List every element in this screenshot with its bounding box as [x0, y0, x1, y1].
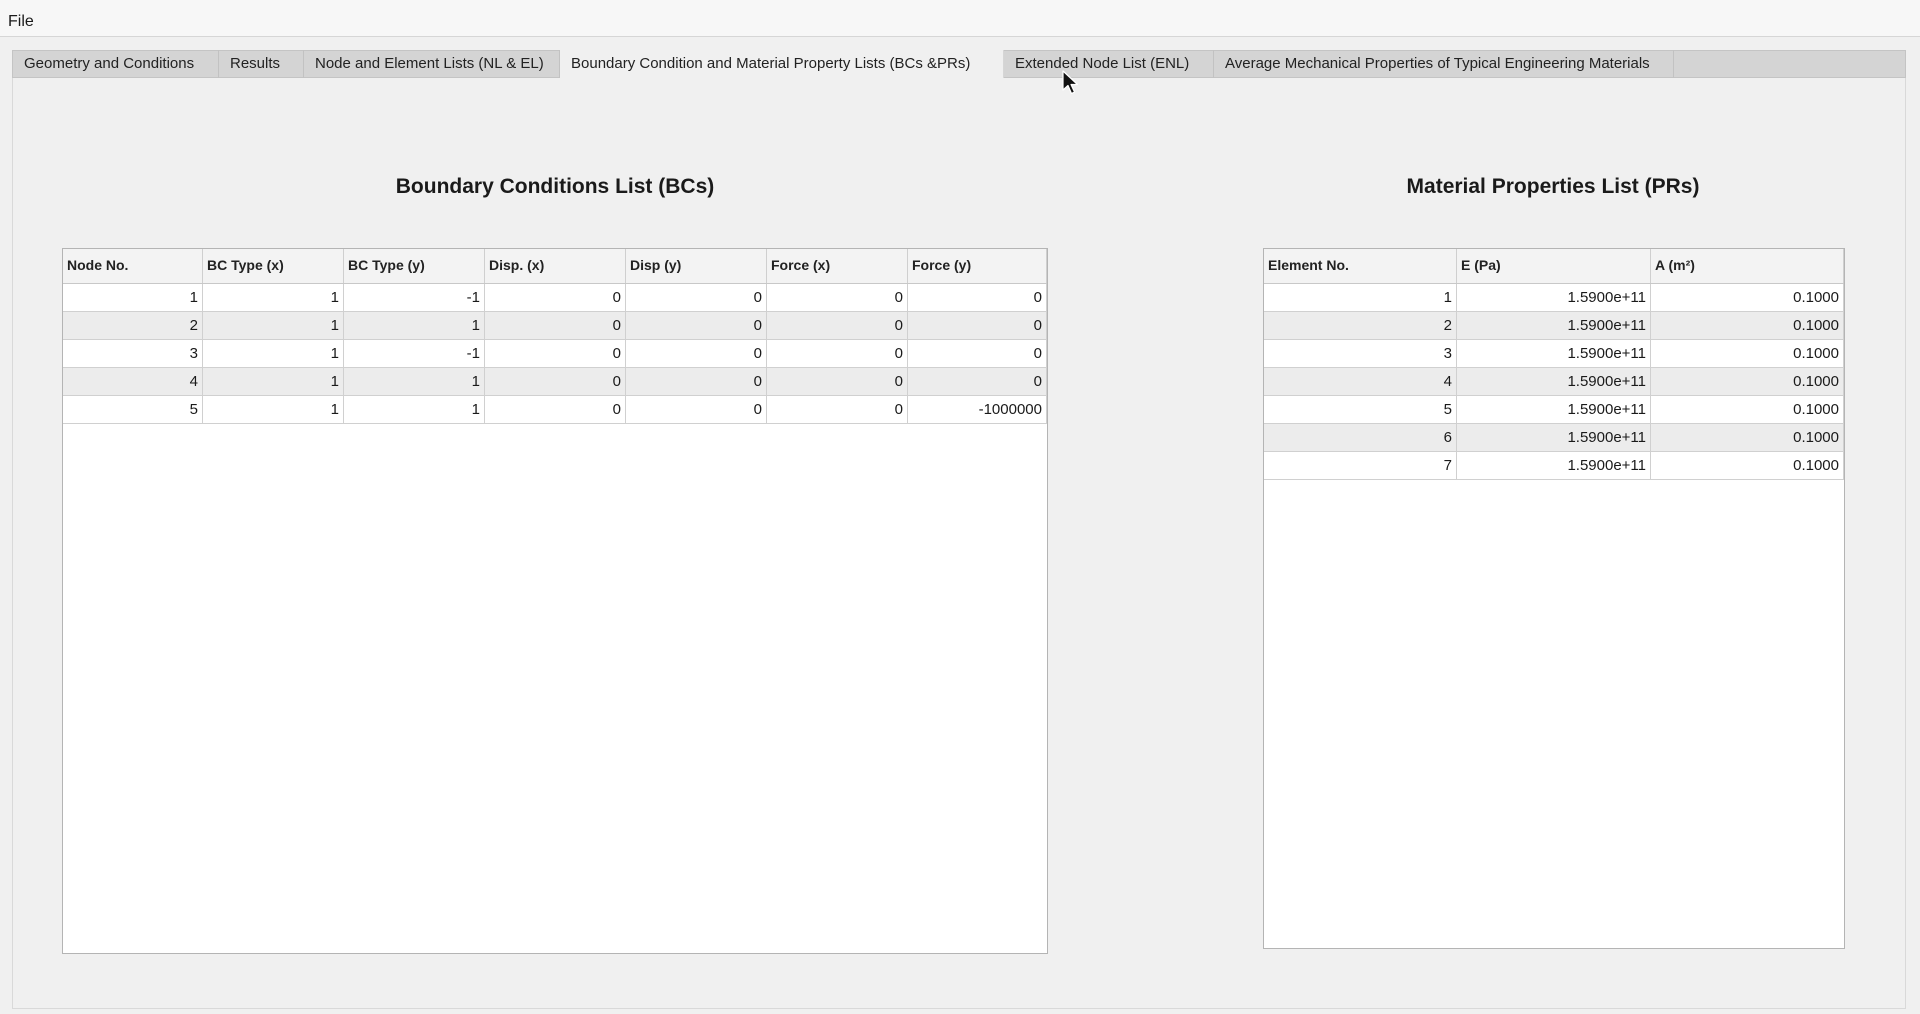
prs-cell[interactable]: 0.1000 — [1651, 452, 1844, 479]
bcs-cell[interactable]: 0 — [908, 368, 1047, 395]
bcs-cell[interactable]: 1 — [203, 396, 344, 423]
bcs-cell[interactable]: -1 — [344, 340, 485, 367]
prs-cell[interactable]: 1.5900e+11 — [1457, 312, 1651, 339]
bcs-row[interactable]: 5 1 1 0 0 0 -1000000 — [63, 396, 1047, 424]
prs-cell[interactable]: 6 — [1264, 424, 1457, 451]
bcs-cell[interactable]: 1 — [344, 396, 485, 423]
prs-row[interactable]: 6 1.5900e+11 0.1000 — [1264, 424, 1844, 452]
prs-cell[interactable]: 1.5900e+11 — [1457, 340, 1651, 367]
prs-cell[interactable]: 0.1000 — [1651, 396, 1844, 423]
bcs-cell[interactable]: 0 — [908, 340, 1047, 367]
prs-row[interactable]: 1 1.5900e+11 0.1000 — [1264, 284, 1844, 312]
bcs-cell[interactable]: 1 — [203, 340, 344, 367]
prs-col-element-no[interactable]: Element No. — [1264, 249, 1457, 283]
tab-extended-node-list[interactable]: Extended Node List (ENL) — [1004, 50, 1214, 79]
prs-cell[interactable]: 3 — [1264, 340, 1457, 367]
prs-col-area[interactable]: A (m²) — [1651, 249, 1844, 283]
tab-node-element-lists[interactable]: Node and Element Lists (NL & EL) — [304, 50, 560, 79]
bcs-cell[interactable]: 1 — [63, 284, 203, 311]
bcs-cell[interactable]: 0 — [485, 396, 626, 423]
bcs-cell[interactable]: -1000000 — [908, 396, 1047, 423]
bcs-cell[interactable]: 0 — [767, 312, 908, 339]
bcs-cell[interactable]: 0 — [626, 312, 767, 339]
prs-table[interactable]: Element No. E (Pa) A (m²) 1 1.5900e+11 0… — [1263, 248, 1845, 949]
menu-bar: File — [0, 0, 1920, 37]
prs-row[interactable]: 3 1.5900e+11 0.1000 — [1264, 340, 1844, 368]
bcs-table[interactable]: Node No. BC Type (x) BC Type (y) Disp. (… — [62, 248, 1048, 954]
prs-cell[interactable]: 1.5900e+11 — [1457, 452, 1651, 479]
bcs-cell[interactable]: 5 — [63, 396, 203, 423]
bcs-cell[interactable]: 0 — [908, 284, 1047, 311]
prs-cell[interactable]: 7 — [1264, 452, 1457, 479]
prs-row[interactable]: 2 1.5900e+11 0.1000 — [1264, 312, 1844, 340]
bcs-table-header: Node No. BC Type (x) BC Type (y) Disp. (… — [63, 249, 1047, 284]
prs-cell[interactable]: 1.5900e+11 — [1457, 396, 1651, 423]
bcs-cell[interactable]: 1 — [203, 284, 344, 311]
bcs-cell[interactable]: 0 — [767, 368, 908, 395]
bcs-title: Boundary Conditions List (BCs) — [395, 175, 715, 198]
bcs-cell[interactable]: -1 — [344, 284, 485, 311]
bcs-cell[interactable]: 0 — [485, 312, 626, 339]
prs-row[interactable]: 4 1.5900e+11 0.1000 — [1264, 368, 1844, 396]
bcs-cell[interactable]: 0 — [767, 284, 908, 311]
bcs-cell[interactable]: 0 — [626, 340, 767, 367]
tab-bar: Geometry and Conditions Results Node and… — [12, 50, 1906, 79]
bcs-cell[interactable]: 1 — [344, 312, 485, 339]
bcs-cell[interactable]: 0 — [485, 368, 626, 395]
prs-col-e-pa[interactable]: E (Pa) — [1457, 249, 1651, 283]
prs-table-header: Element No. E (Pa) A (m²) — [1264, 249, 1844, 284]
bcs-row[interactable]: 2 1 1 0 0 0 0 — [63, 312, 1047, 340]
prs-cell[interactable]: 1 — [1264, 284, 1457, 311]
bcs-col-bc-type-x[interactable]: BC Type (x) — [203, 249, 344, 283]
bcs-col-bc-type-y[interactable]: BC Type (y) — [344, 249, 485, 283]
bcs-cell[interactable]: 1 — [344, 368, 485, 395]
tab-average-mechanical-properties[interactable]: Average Mechanical Properties of Typical… — [1214, 50, 1674, 79]
bcs-cell[interactable]: 0 — [767, 396, 908, 423]
tab-results[interactable]: Results — [219, 50, 304, 79]
bcs-col-force-y[interactable]: Force (y) — [908, 249, 1047, 283]
prs-cell[interactable]: 1.5900e+11 — [1457, 368, 1651, 395]
prs-cell[interactable]: 4 — [1264, 368, 1457, 395]
bcs-row[interactable]: 1 1 -1 0 0 0 0 — [63, 284, 1047, 312]
prs-row[interactable]: 5 1.5900e+11 0.1000 — [1264, 396, 1844, 424]
bcs-cell[interactable]: 0 — [626, 368, 767, 395]
prs-cell[interactable]: 0.1000 — [1651, 424, 1844, 451]
prs-row[interactable]: 7 1.5900e+11 0.1000 — [1264, 452, 1844, 480]
prs-cell[interactable]: 1.5900e+11 — [1457, 284, 1651, 311]
bcs-cell[interactable]: 0 — [626, 284, 767, 311]
prs-cell[interactable]: 2 — [1264, 312, 1457, 339]
bcs-cell[interactable]: 0 — [485, 284, 626, 311]
bcs-cell[interactable]: 1 — [203, 368, 344, 395]
prs-cell[interactable]: 5 — [1264, 396, 1457, 423]
prs-title: Material Properties List (PRs) — [1406, 175, 1700, 198]
bcs-cell[interactable]: 4 — [63, 368, 203, 395]
bcs-col-node-no[interactable]: Node No. — [63, 249, 203, 283]
bcs-cell[interactable]: 0 — [767, 340, 908, 367]
bcs-row[interactable]: 3 1 -1 0 0 0 0 — [63, 340, 1047, 368]
prs-cell[interactable]: 1.5900e+11 — [1457, 424, 1651, 451]
bcs-row[interactable]: 4 1 1 0 0 0 0 — [63, 368, 1047, 396]
bcs-cell[interactable]: 0 — [908, 312, 1047, 339]
bcs-col-disp-y[interactable]: Disp (y) — [626, 249, 767, 283]
prs-cell[interactable]: 0.1000 — [1651, 312, 1844, 339]
bcs-col-disp-x[interactable]: Disp. (x) — [485, 249, 626, 283]
prs-cell[interactable]: 0.1000 — [1651, 284, 1844, 311]
mouse-pointer-icon — [1062, 70, 1079, 95]
bcs-cell[interactable]: 0 — [626, 396, 767, 423]
bcs-col-force-x[interactable]: Force (x) — [767, 249, 908, 283]
tab-bc-material-property-lists[interactable]: Boundary Condition and Material Property… — [560, 50, 1004, 79]
prs-cell[interactable]: 0.1000 — [1651, 368, 1844, 395]
prs-cell[interactable]: 0.1000 — [1651, 340, 1844, 367]
bcs-cell[interactable]: 1 — [203, 312, 344, 339]
bcs-cell[interactable]: 0 — [485, 340, 626, 367]
bcs-cell[interactable]: 3 — [63, 340, 203, 367]
bcs-cell[interactable]: 2 — [63, 312, 203, 339]
tab-geometry-and-conditions[interactable]: Geometry and Conditions — [13, 50, 219, 79]
menu-file[interactable]: File — [8, 13, 34, 31]
